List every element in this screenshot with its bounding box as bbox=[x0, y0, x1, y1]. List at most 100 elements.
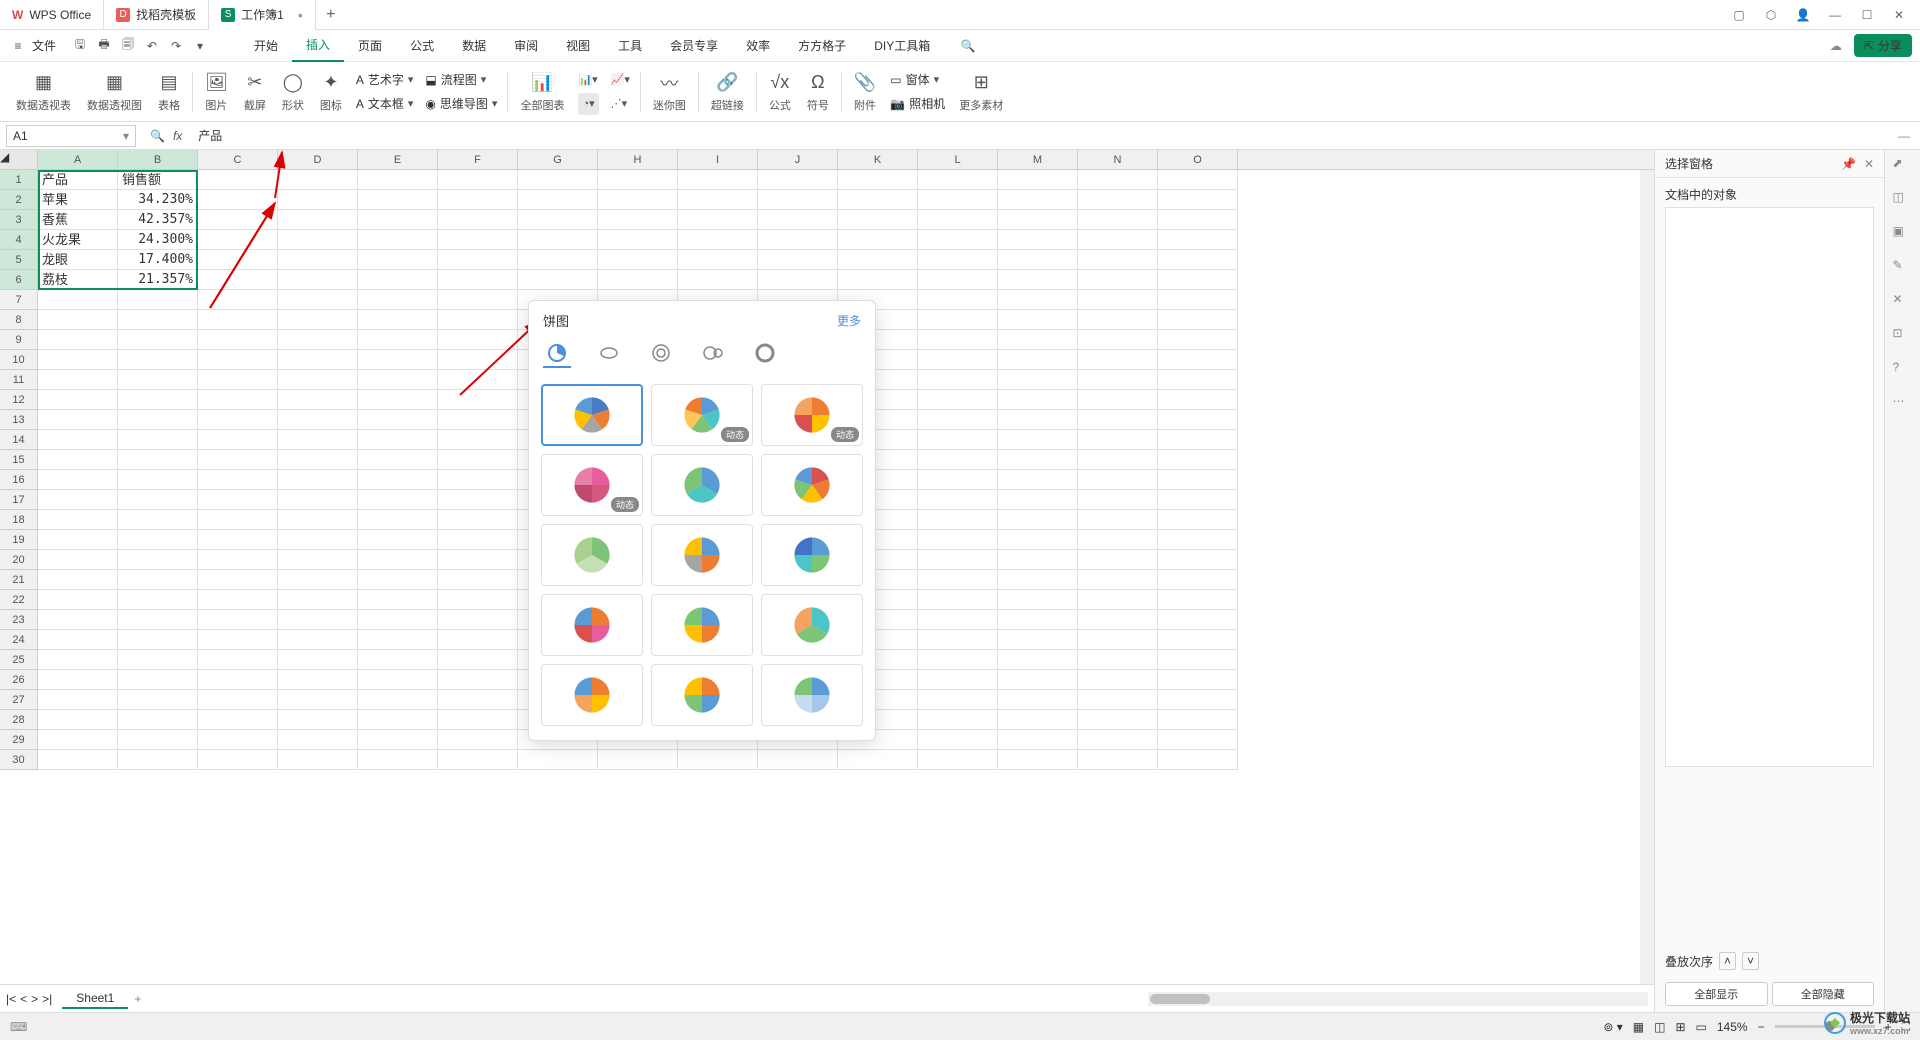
cell[interactable] bbox=[198, 490, 278, 510]
cell[interactable] bbox=[438, 410, 518, 430]
cell[interactable] bbox=[438, 650, 518, 670]
cell[interactable] bbox=[1158, 570, 1238, 590]
view-break-icon[interactable]: ⊞ bbox=[1675, 1020, 1685, 1034]
cell[interactable] bbox=[38, 390, 118, 410]
cell[interactable] bbox=[438, 590, 518, 610]
cell[interactable] bbox=[438, 570, 518, 590]
cell[interactable] bbox=[118, 470, 198, 490]
cell[interactable] bbox=[998, 550, 1078, 570]
menu-tab-11[interactable]: DIY工具箱 bbox=[860, 30, 944, 62]
row-header[interactable]: 17 bbox=[0, 490, 38, 510]
cell[interactable] bbox=[118, 390, 198, 410]
pivot-chart-button[interactable]: ▦数据透视图 bbox=[79, 66, 150, 118]
cell[interactable] bbox=[1078, 210, 1158, 230]
cell[interactable] bbox=[438, 750, 518, 770]
maximize-icon[interactable]: ☐ bbox=[1858, 6, 1876, 24]
cell[interactable] bbox=[278, 590, 358, 610]
cell[interactable] bbox=[1078, 270, 1158, 290]
cell[interactable] bbox=[278, 330, 358, 350]
view-page-icon[interactable]: ◫ bbox=[1654, 1020, 1665, 1034]
cell[interactable] bbox=[998, 750, 1078, 770]
cell[interactable] bbox=[118, 430, 198, 450]
cell[interactable] bbox=[118, 510, 198, 530]
row-header[interactable]: 10 bbox=[0, 350, 38, 370]
cell[interactable] bbox=[278, 310, 358, 330]
cell[interactable] bbox=[438, 270, 518, 290]
row-header[interactable]: 1 bbox=[0, 170, 38, 190]
camera-button[interactable]: 📷照相机 bbox=[890, 93, 945, 115]
cell[interactable] bbox=[518, 230, 598, 250]
chart-template-0[interactable] bbox=[541, 384, 643, 446]
cell[interactable] bbox=[998, 350, 1078, 370]
row-header[interactable]: 7 bbox=[0, 290, 38, 310]
cell[interactable] bbox=[38, 450, 118, 470]
cell[interactable] bbox=[998, 730, 1078, 750]
cell[interactable]: 香蕉 bbox=[38, 210, 118, 230]
cell[interactable] bbox=[278, 650, 358, 670]
cell[interactable] bbox=[678, 170, 758, 190]
view-normal-icon[interactable]: ▦ bbox=[1633, 1020, 1644, 1034]
sheet-prev-icon[interactable]: < bbox=[20, 992, 27, 1006]
cell[interactable] bbox=[358, 430, 438, 450]
cell[interactable] bbox=[438, 370, 518, 390]
cell[interactable] bbox=[38, 470, 118, 490]
col-header[interactable]: C bbox=[198, 150, 278, 169]
cell[interactable] bbox=[438, 310, 518, 330]
cell[interactable] bbox=[1078, 510, 1158, 530]
cell[interactable] bbox=[38, 650, 118, 670]
row-header[interactable]: 24 bbox=[0, 630, 38, 650]
cell[interactable] bbox=[358, 250, 438, 270]
chart-template-7[interactable] bbox=[651, 524, 753, 586]
menu-tab-8[interactable]: 会员专享 bbox=[656, 30, 732, 62]
sheet-first-icon[interactable]: |< bbox=[6, 992, 16, 1006]
cell[interactable] bbox=[38, 630, 118, 650]
cell[interactable] bbox=[118, 610, 198, 630]
cell[interactable] bbox=[198, 750, 278, 770]
cell[interactable] bbox=[598, 210, 678, 230]
cell[interactable] bbox=[518, 210, 598, 230]
attachment-button[interactable]: 📎附件 bbox=[846, 66, 884, 118]
tab-add-button[interactable]: + bbox=[316, 6, 346, 24]
cell[interactable] bbox=[118, 530, 198, 550]
cell[interactable] bbox=[198, 550, 278, 570]
cell[interactable] bbox=[918, 710, 998, 730]
cell[interactable] bbox=[1158, 750, 1238, 770]
cell[interactable] bbox=[1078, 390, 1158, 410]
row-header[interactable]: 23 bbox=[0, 610, 38, 630]
menu-tab-3[interactable]: 公式 bbox=[396, 30, 448, 62]
cell[interactable] bbox=[838, 250, 918, 270]
col-header[interactable]: D bbox=[278, 150, 358, 169]
cell[interactable] bbox=[838, 210, 918, 230]
magnify-icon[interactable]: 🔍 bbox=[150, 129, 165, 143]
cell[interactable] bbox=[358, 710, 438, 730]
row-header[interactable]: 2 bbox=[0, 190, 38, 210]
mindmap-button[interactable]: ◉思维导图 ▾ bbox=[425, 93, 497, 115]
cell[interactable] bbox=[438, 250, 518, 270]
close-icon[interactable]: ✕ bbox=[1890, 6, 1908, 24]
cell[interactable] bbox=[1078, 630, 1158, 650]
cell[interactable] bbox=[438, 290, 518, 310]
cell[interactable] bbox=[278, 670, 358, 690]
select-all-corner[interactable]: ◢ bbox=[0, 150, 38, 169]
cell[interactable]: 17.400% bbox=[118, 250, 198, 270]
undo-icon[interactable]: ↶ bbox=[142, 36, 162, 56]
cell[interactable] bbox=[1078, 430, 1158, 450]
cell[interactable] bbox=[358, 670, 438, 690]
column-chart-icon[interactable]: 📊▾ bbox=[578, 69, 598, 91]
vertical-scrollbar[interactable] bbox=[1640, 170, 1654, 1012]
cell[interactable] bbox=[118, 730, 198, 750]
cell[interactable] bbox=[438, 210, 518, 230]
cell[interactable] bbox=[198, 450, 278, 470]
cell[interactable] bbox=[918, 570, 998, 590]
send-backward-button[interactable]: ˅ bbox=[1742, 952, 1759, 970]
cell[interactable] bbox=[918, 590, 998, 610]
cell[interactable] bbox=[198, 270, 278, 290]
cell[interactable] bbox=[1158, 630, 1238, 650]
cell[interactable] bbox=[198, 570, 278, 590]
row-header[interactable]: 25 bbox=[0, 650, 38, 670]
col-header[interactable]: H bbox=[598, 150, 678, 169]
cell[interactable] bbox=[998, 390, 1078, 410]
cell[interactable] bbox=[438, 550, 518, 570]
cell[interactable] bbox=[1078, 330, 1158, 350]
cell[interactable] bbox=[918, 270, 998, 290]
